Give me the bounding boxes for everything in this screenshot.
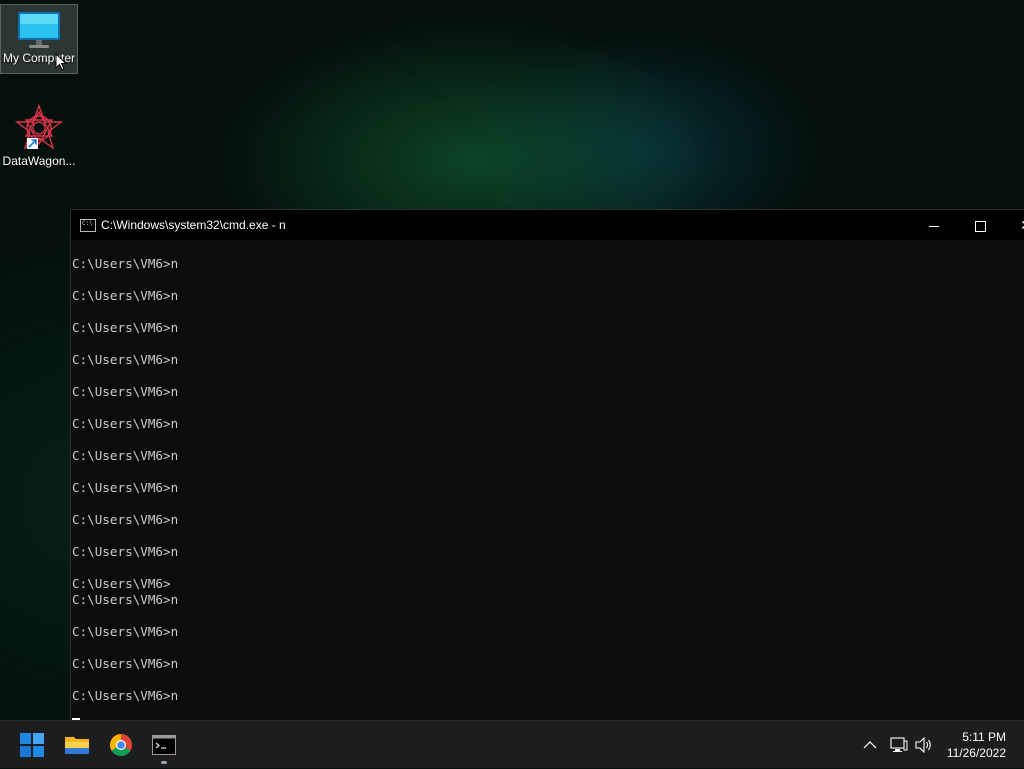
console-line: C:\Users\VM6>n [72, 656, 179, 671]
chevron-up-icon [863, 741, 877, 749]
volume-button[interactable] [912, 721, 936, 769]
show-hidden-icons-button[interactable] [859, 721, 881, 769]
console-line: C:\Users\VM6>n [72, 256, 179, 271]
console-line: C:\Users\VM6>n [72, 512, 179, 527]
clock-time: 5:11 PM [962, 730, 1006, 744]
desktop-icon-datawagon[interactable]: DataWagon... [0, 104, 78, 174]
maximize-icon [974, 220, 986, 232]
console-line: C:\Users\VM6>n [72, 448, 179, 463]
maximize-button[interactable] [957, 210, 1003, 240]
start-icon [20, 733, 44, 757]
cmd-app-icon [80, 219, 96, 232]
console-line: C:\Users\VM6>n [72, 416, 179, 431]
minimize-button[interactable] [911, 210, 957, 240]
desktop-icon-label: DataWagon... [2, 154, 76, 168]
console-line: C:\Users\VM6>n [72, 688, 179, 703]
taskbar: 5:11 PM 11/26/2022 [0, 720, 1024, 768]
file-explorer-button[interactable] [55, 721, 99, 769]
console-line: C:\Users\VM6>n [72, 288, 179, 303]
network-button[interactable] [887, 721, 911, 769]
mouse-cursor-icon [55, 53, 67, 71]
file-explorer-icon [65, 737, 89, 754]
terminal-icon [152, 735, 176, 755]
title-bar[interactable]: C:\Windows\system32\cmd.exe - n ✕ [71, 210, 1024, 240]
chrome-button[interactable] [99, 721, 143, 769]
chrome-icon [110, 734, 132, 756]
console-output[interactable]: C:\Users\VM6>n C:\Users\VM6>n C:\Users\VM6… [72, 256, 1024, 722]
console-line: C:\Users\VM6> [72, 576, 171, 591]
cmd-window[interactable]: C:\Windows\system32\cmd.exe - n ✕ C:\Use… [70, 209, 1024, 722]
clock-date: 11/26/2022 [946, 746, 1006, 760]
start-button[interactable] [10, 721, 54, 769]
running-indicator [161, 761, 167, 764]
console-line: C:\Users\VM6>n [72, 544, 179, 559]
console-line: C:\Users\VM6>n [72, 592, 179, 607]
close-icon: ✕ [1020, 217, 1024, 233]
datawagon-icon [15, 104, 63, 150]
monitor-icon [18, 12, 60, 48]
console-line: C:\Users\VM6>n [72, 384, 179, 399]
speaker-icon [915, 737, 931, 753]
system-clock[interactable]: 5:11 PM 11/26/2022 [947, 729, 1006, 761]
network-icon [890, 737, 908, 752]
minimize-icon [929, 225, 939, 227]
console-line: C:\Users\VM6>n [72, 352, 179, 367]
console-line: C:\Users\VM6>n [72, 624, 179, 639]
console-line: C:\Users\VM6>n [72, 320, 179, 335]
console-line: C:\Users\VM6>n [72, 480, 179, 495]
close-button[interactable]: ✕ [1003, 210, 1024, 240]
window-title: C:\Windows\system32\cmd.exe - n [101, 218, 286, 232]
